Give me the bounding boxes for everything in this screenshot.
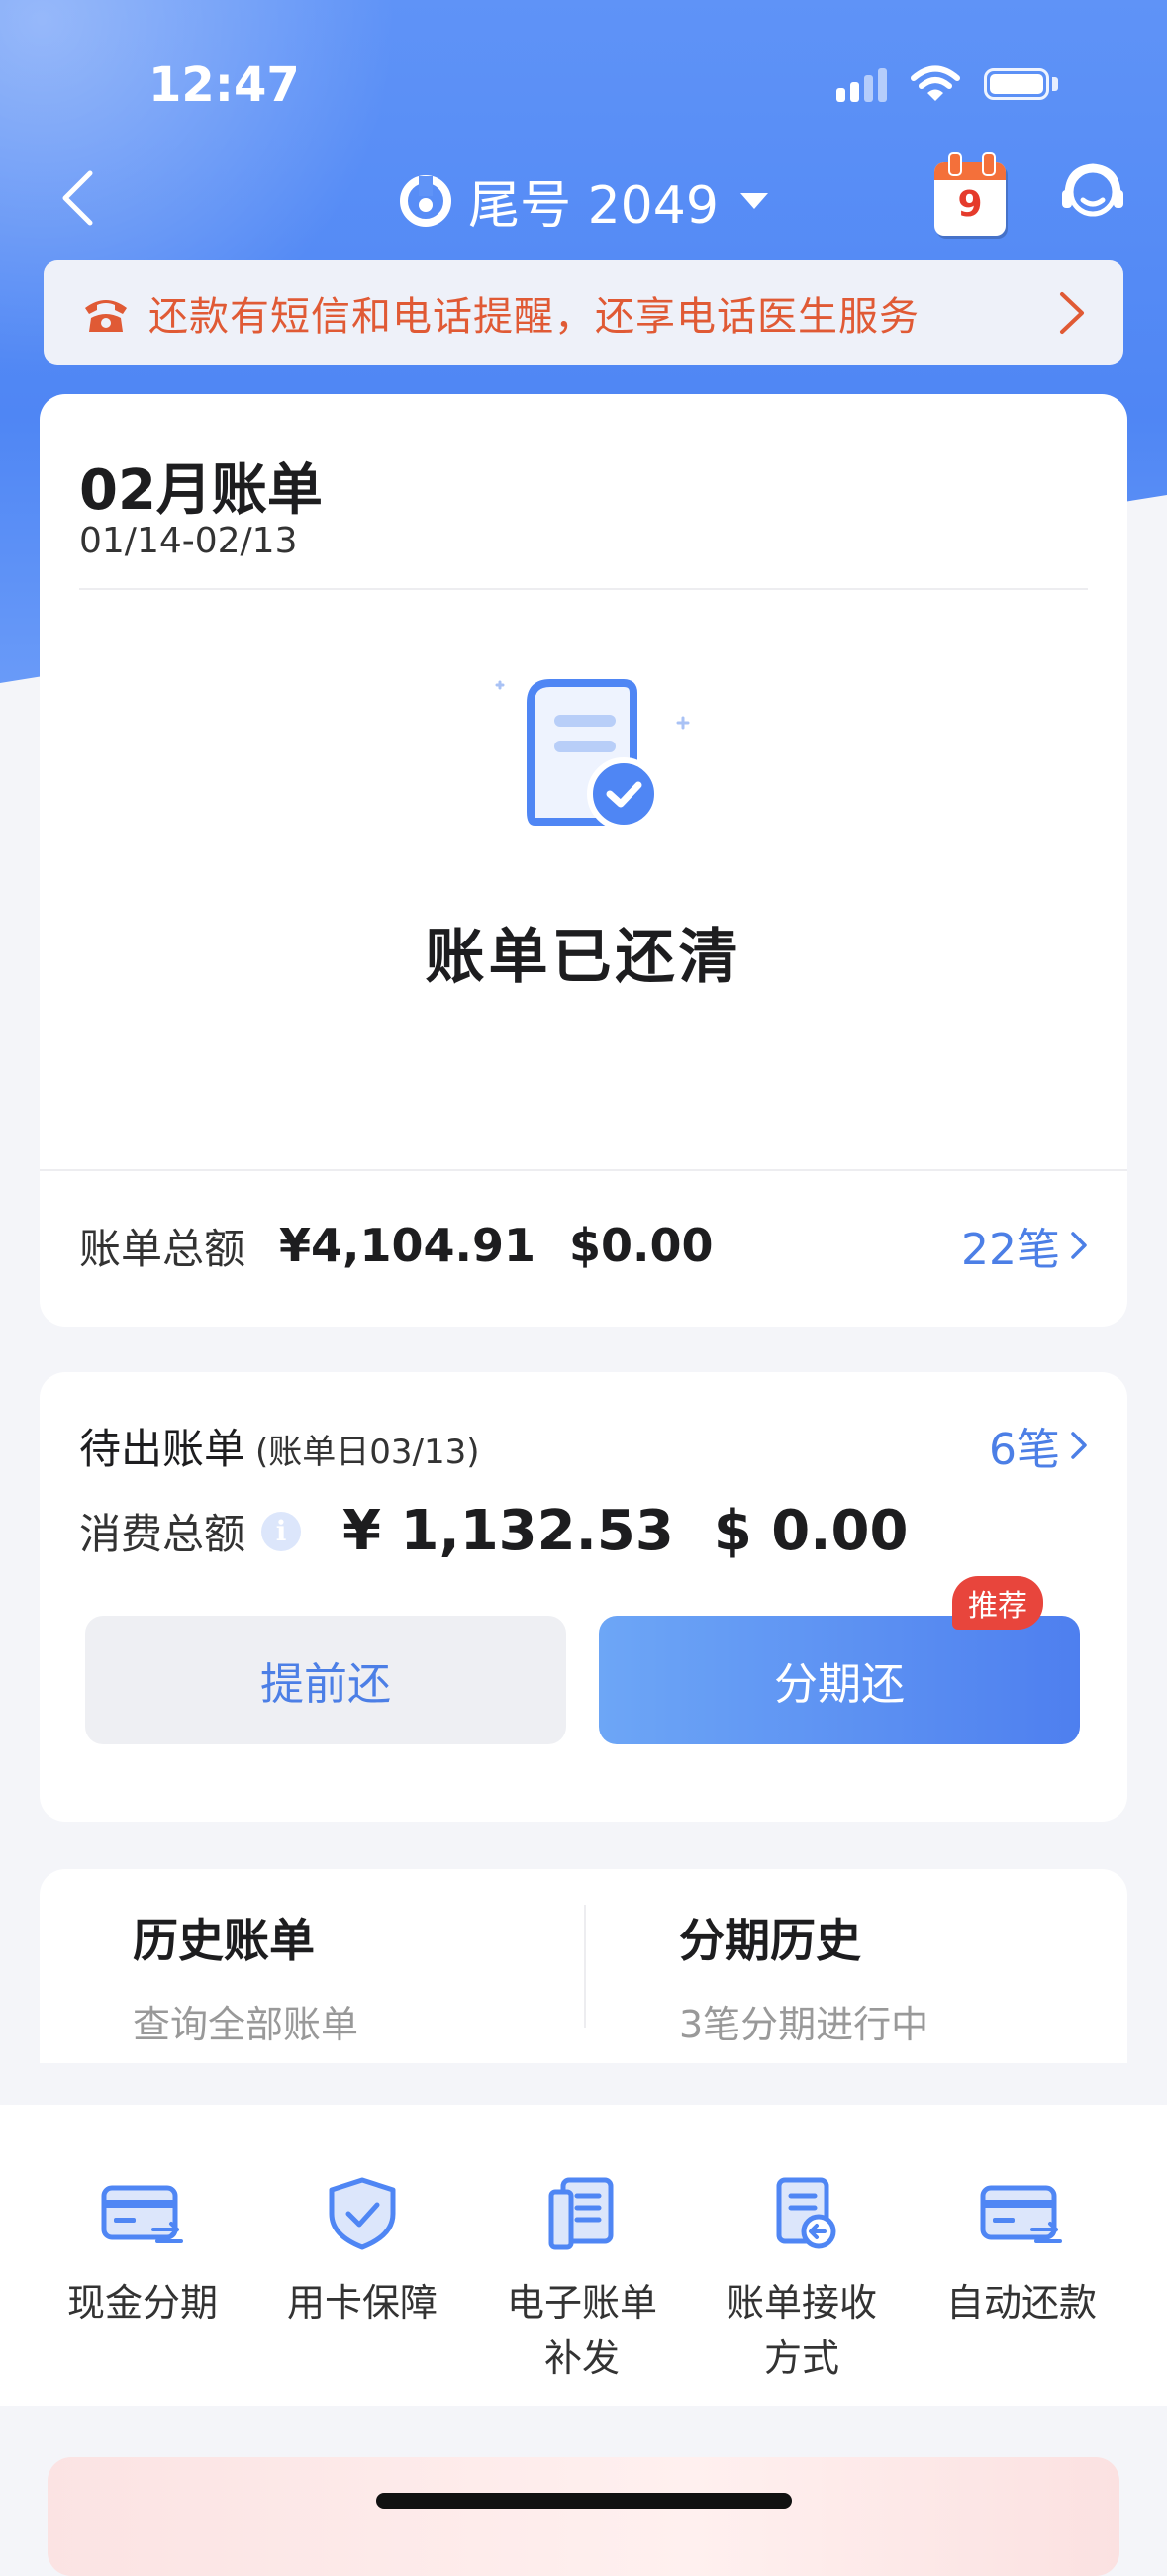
reminder-text: 还款有短信和电话提醒，还享电话医生服务 [148, 294, 920, 340]
ebill-reissue-shortcut[interactable]: 电子账单 补发 [483, 2174, 681, 2386]
customer-service-button[interactable] [1057, 156, 1128, 228]
status-icons [836, 65, 1058, 103]
statement-title: 02月账单 [79, 458, 323, 523]
tool-label: 现金分期 [66, 2281, 218, 2325]
bill-status: 账单已还清 [425, 923, 742, 992]
ebill-icon [548, 2177, 614, 2250]
phone-icon [85, 300, 127, 332]
prepay-button[interactable]: 提前还 [85, 1616, 566, 1744]
card-tail-number: 尾号 2049 [468, 176, 719, 236]
headset-icon [1062, 163, 1123, 217]
spend-total-row: 消费总额 i ¥ 1,132.53 $ 0.00 [79, 1499, 908, 1563]
card-exchange-icon [980, 2185, 1062, 2243]
history-bills-entry[interactable]: 历史账单 查询全部账单 [133, 1905, 358, 2048]
promo-banner[interactable] [48, 2457, 1119, 2576]
chevron-right-icon [1071, 1432, 1087, 1459]
spend-label: 消费总额 [79, 1510, 246, 1558]
history-bills-subtitle: 查询全部账单 [133, 2003, 359, 2046]
installment-history-entry[interactable]: 分期历史 3笔分期进行中 [679, 1905, 928, 2048]
cash-installment-shortcut[interactable]: 现金分期 [44, 2174, 242, 2330]
dropdown-arrow-icon [739, 192, 768, 209]
pending-count: 6笔 [989, 1425, 1060, 1475]
recommend-badge: 推荐 [952, 1576, 1043, 1630]
statement-transactions-link[interactable]: 22笔 [961, 1214, 1088, 1277]
spend-amount-usd: $ 0.00 [713, 1499, 909, 1563]
auto-repayment-shortcut[interactable]: 自动还款 [923, 2174, 1120, 2330]
tool-label: 自动还款 [945, 2281, 1097, 2325]
divider [584, 1905, 586, 2028]
home-indicator[interactable] [376, 2493, 792, 2509]
card-exchange-icon [101, 2185, 183, 2243]
divider [79, 588, 1088, 590]
pending-header: 待出账单 (账单日03/13) [79, 1416, 480, 1476]
card-protection-shortcut[interactable]: 用卡保障 [263, 2174, 461, 2330]
chevron-right-icon [1060, 292, 1084, 334]
total-label: 账单总额 [79, 1224, 246, 1273]
info-icon[interactable]: i [261, 1511, 302, 1551]
statement-period: 01/14-02/13 [79, 521, 298, 561]
installment-history-title: 分期历史 [679, 1914, 861, 1967]
statement-total-row: 账单总额 ¥4,104.91 $0.00 22笔 [79, 1211, 1088, 1280]
tool-label: 账单接收 方式 [726, 2281, 877, 2380]
wifi-icon [911, 65, 960, 101]
chevron-right-icon [1071, 1232, 1087, 1259]
installment-button[interactable]: 分期还 [599, 1616, 1080, 1744]
reminder-banner[interactable]: 还款有短信和电话提醒，还享电话医生服务 [44, 260, 1123, 365]
bill-receive-icon [776, 2177, 836, 2249]
total-amount-cny: ¥4,104.91 [279, 1219, 536, 1272]
service-shortcuts: 现金分期 用卡保障 电子账单 补发 账单接收 方式 自动还款 [0, 2105, 1167, 2406]
spend-amount-cny: ¥ 1,132.53 [342, 1499, 674, 1563]
calendar-button[interactable]: 9 [930, 150, 1010, 238]
cellular-signal-icon [836, 66, 887, 102]
status-time: 12:47 [148, 57, 300, 113]
tool-label: 用卡保障 [286, 2281, 438, 2325]
billing-date: (账单日03/13) [255, 1433, 480, 1472]
history-bills-title: 历史账单 [133, 1914, 315, 1967]
battery-icon [984, 68, 1049, 100]
history-card: 历史账单 查询全部账单 分期历史 3笔分期进行中 [40, 1869, 1127, 2063]
installment-history-subtitle: 3笔分期进行中 [679, 2003, 929, 2046]
bill-delivery-method-shortcut[interactable]: 账单接收 方式 [703, 2174, 901, 2386]
pending-transactions-link[interactable]: 6笔 [989, 1414, 1088, 1477]
total-amount-usd: $0.00 [569, 1219, 714, 1272]
transaction-count: 22笔 [961, 1225, 1060, 1275]
pending-bill-card: 待出账单 (账单日03/13) 6笔 消费总额 i ¥ 1,132.53 $ 0… [40, 1372, 1127, 1822]
bill-paid-icon [495, 679, 690, 831]
pending-title: 待出账单 [79, 1425, 246, 1473]
divider [40, 1169, 1127, 1171]
shield-check-icon [329, 2177, 396, 2250]
statement-card: 02月账单 01/14-02/13 账单已还清 账单总额 ¥4,104.91 $… [40, 394, 1127, 1327]
tool-label: 电子账单 补发 [506, 2281, 657, 2380]
calendar-day: 9 [957, 184, 983, 225]
bank-logo-icon [400, 174, 452, 227]
